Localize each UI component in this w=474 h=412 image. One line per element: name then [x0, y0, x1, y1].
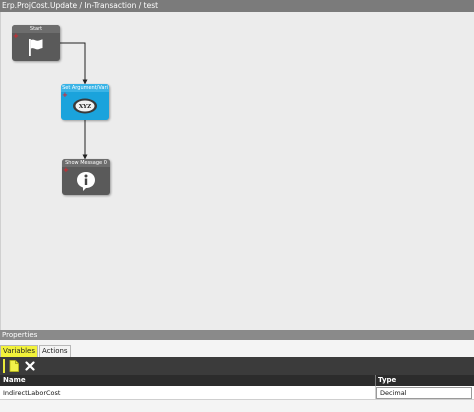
table-row[interactable]: IndirectLaborCost Decimal — [0, 386, 474, 400]
properties-tabs: Variables Actions — [0, 345, 72, 357]
toolbar-highlight-marker — [3, 359, 5, 373]
add-variable-button[interactable] — [7, 359, 21, 373]
add-marker-icon[interactable]: + — [63, 167, 69, 174]
variables-grid-header: Name Type — [0, 375, 474, 386]
node-start[interactable]: Start + — [12, 25, 60, 61]
node-start-label: Start — [12, 25, 60, 33]
delete-x-icon — [25, 361, 35, 371]
tab-variables[interactable]: Variables — [0, 345, 38, 357]
node-set-argument-label: Set Argument/Vari — [61, 84, 109, 92]
connector-start-to-set — [59, 42, 88, 85]
node-set-argument[interactable]: Set Argument/Vari + XYZ — [61, 84, 109, 120]
xyz-icon-text: XYZ — [79, 104, 91, 110]
xyz-icon: XYZ — [73, 98, 97, 114]
flag-icon — [29, 39, 43, 56]
workflow-canvas[interactable]: Start + Set Argument/Vari + XYZ Show Mes… — [0, 12, 474, 330]
column-header-type[interactable]: Type — [378, 375, 396, 386]
new-document-icon — [9, 360, 19, 372]
node-show-message-label: Show Message 0 — [62, 159, 110, 167]
info-icon — [77, 172, 95, 191]
delete-variable-button[interactable] — [23, 359, 37, 373]
variable-name-cell[interactable]: IndirectLaborCost — [3, 386, 60, 400]
properties-panel: Variables Actions Name Type IndirectLabo… — [0, 340, 474, 412]
tab-actions[interactable]: Actions — [39, 345, 71, 357]
variables-toolbar — [0, 357, 474, 375]
breadcrumb: Erp.ProjCost.Update / In-Transaction / t… — [0, 0, 474, 12]
workflow-designer-window: Erp.ProjCost.Update / In-Transaction / t… — [0, 0, 474, 412]
add-marker-icon[interactable]: + — [62, 92, 68, 99]
add-marker-icon[interactable]: + — [13, 33, 19, 40]
variable-type-select[interactable]: Decimal — [376, 387, 472, 399]
column-header-name[interactable]: Name — [3, 375, 26, 386]
properties-title: Properties — [0, 330, 474, 340]
column-divider[interactable] — [375, 375, 376, 386]
node-show-message[interactable]: Show Message 0 + — [62, 159, 110, 195]
